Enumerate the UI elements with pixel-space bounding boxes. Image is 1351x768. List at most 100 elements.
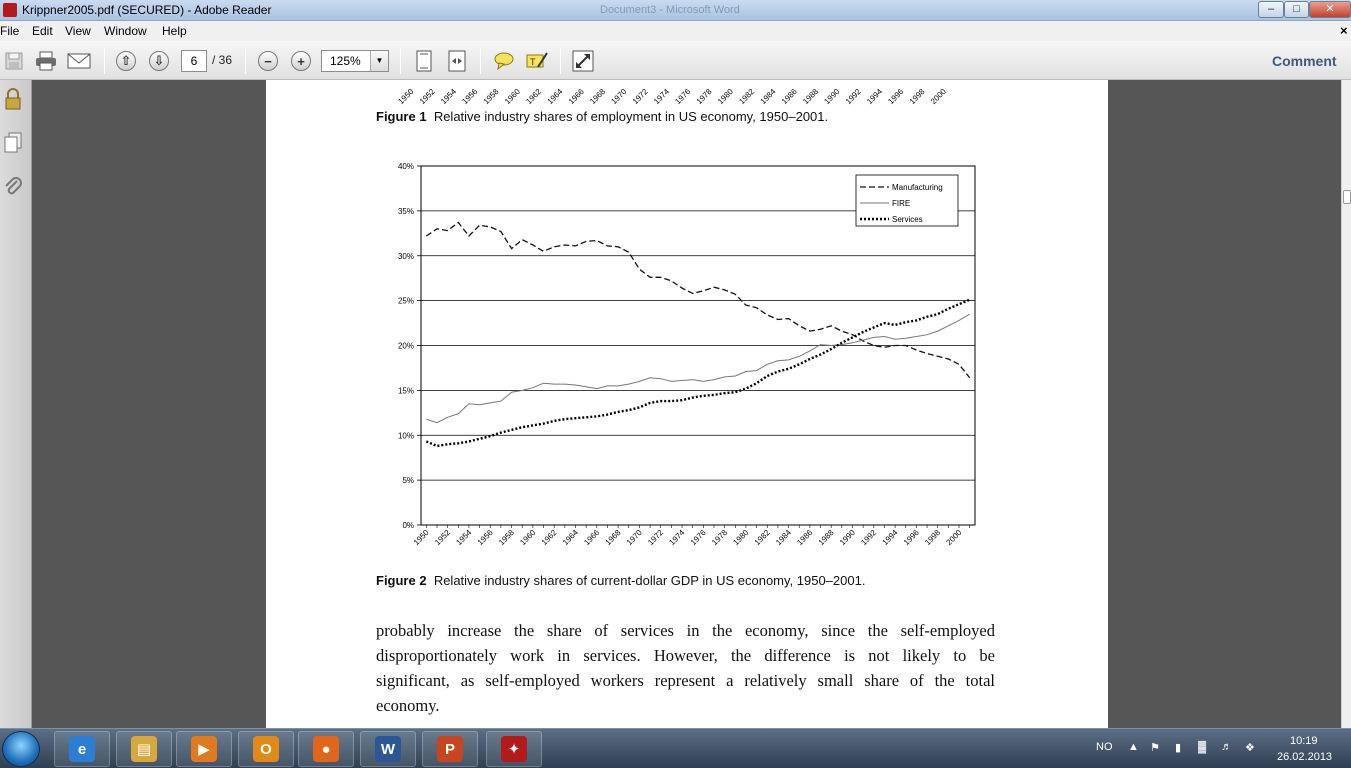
power-icon[interactable]: ▮ [1175,741,1181,754]
taskbar-media-player-button[interactable]: ▶ [176,731,232,767]
clock-date[interactable]: 26.02.2013 [1277,751,1332,763]
body-line: significant, as self-employed workers re… [376,671,995,690]
figure2-chart: 0%5%10%15%20%25%30%35%40%1950 1952 1954 195… [398,162,976,547]
fit-width-icon[interactable] [445,49,469,73]
highlight-icon[interactable]: T [525,49,549,73]
x-tick-label: 1990 [838,528,857,547]
body-line: disproportionately work in services. How… [376,646,995,665]
toolbar-separator [400,48,401,74]
taskbar-word-button[interactable]: W [360,731,416,767]
svg-text:T: T [530,57,536,67]
x-tick-label: 1966 [582,528,601,547]
body-line: economy. [376,696,440,715]
zoom-out-icon[interactable]: − [256,49,280,73]
page-number-input[interactable]: 6 [181,50,207,72]
x-tick-label: 1998 [923,528,942,547]
prev-page-icon[interactable]: ⇧ [114,49,138,73]
menu-edit[interactable]: Edit [32,24,53,38]
menu-bar: File Edit View Window Help × [0,21,1351,41]
figure1-x-tick-label: 1992 [844,87,863,106]
taskbar-outlook-button[interactable]: O [238,731,294,767]
media-player-icon: ▶ [191,736,217,762]
email-icon[interactable] [67,49,91,73]
figure1-axis-ticks: 1950 1952 1954 1956 1958 1960 1962 1964 1966 1968… [396,87,948,106]
x-tick-label: 1960 [518,528,537,547]
figure1-x-tick-label: 1984 [759,87,778,106]
flag-icon[interactable]: ⚑ [1150,741,1160,754]
figure1-x-tick-label: 1964 [546,87,565,106]
vertical-scrollbar[interactable] [1341,80,1351,728]
x-tick-label: 1986 [795,528,814,547]
attachment-icon[interactable] [3,175,23,197]
taskbar-powerpoint-button[interactable]: P [422,731,478,767]
file-explorer-icon: ▤ [131,736,157,762]
zoom-select[interactable]: 125% ▼ [321,50,389,72]
x-tick-label: 1976 [689,528,708,547]
window-title: Krippner2005.pdf (SECURED) - Adobe Reade… [22,3,272,17]
toolbar-separator [104,48,105,74]
toolbar-separator [560,48,561,74]
comment-bubble-icon[interactable] [492,49,516,73]
figure1-x-tick-label: 1950 [396,87,415,106]
figure1-x-tick-label: 1996 [886,87,905,106]
taskbar: e ▤ ▶ O ● W P ✦ NO ▲ ⚑ ▮ ▓ ♬ ❖ 10:19 26.02.2013 [0,728,1351,768]
comment-button[interactable]: Comment [1272,53,1337,69]
clock-time[interactable]: 10:19 [1290,735,1318,747]
y-tick-label: 15% [398,386,414,395]
pages-icon[interactable] [3,132,23,154]
body-paragraph: probably increase the share of services … [376,618,995,718]
show-hidden-icons-icon[interactable]: ▲ [1128,741,1139,753]
start-button[interactable] [2,731,40,767]
language-indicator[interactable]: NO [1096,741,1113,753]
x-tick-label: 1980 [731,528,750,547]
word-icon: W [375,736,401,762]
figure1-x-tick-label: 1962 [524,87,543,106]
lock-icon[interactable] [3,88,23,110]
chevron-down-icon[interactable]: ▼ [370,51,388,71]
figure1-x-tick-label: 1960 [503,87,522,106]
menu-window[interactable]: Window [104,24,147,38]
x-tick-label: 1968 [604,528,623,547]
x-tick-label: 1954 [454,528,473,547]
menu-view[interactable]: View [65,24,91,38]
expand-icon[interactable] [571,49,595,73]
figure1-x-tick-label: 1970 [609,87,628,106]
figure1-x-tick-label: 1990 [822,87,841,106]
next-page-icon[interactable]: ⇩ [147,49,171,73]
title-bar: Krippner2005.pdf (SECURED) - Adobe Reade… [0,0,1351,21]
x-tick-label: 1962 [540,528,559,547]
taskbar-file-explorer-button[interactable]: ▤ [116,731,172,767]
x-tick-label: 1988 [817,528,836,547]
taskbar-adobe-reader-button[interactable]: ✦ [486,731,542,767]
dropbox-icon[interactable]: ❖ [1245,741,1255,754]
y-tick-label: 25% [398,297,414,306]
y-tick-label: 35% [398,207,414,216]
zoom-in-icon[interactable]: + [289,49,313,73]
figure1-x-tick-label: 2000 [929,87,948,106]
figure2-caption-text: Relative industry shares of current-doll… [433,573,866,588]
figure1-x-tick-label: 1988 [801,87,820,106]
save-icon[interactable] [2,49,26,73]
powerpoint-icon: P [437,736,463,762]
y-tick-label: 30% [398,252,414,261]
x-tick-label: 1950 [412,528,431,547]
close-button[interactable]: ✕ [1309,1,1351,18]
close-document-button[interactable]: × [1340,23,1348,38]
y-tick-label: 10% [398,431,414,440]
fit-page-icon[interactable] [412,49,436,73]
volume-icon[interactable]: ♬ [1221,741,1232,753]
scroll-thumb[interactable] [1343,190,1351,204]
y-tick-label: 0% [402,521,414,530]
x-tick-label: 1964 [561,528,580,547]
figure2-caption-label: Figure 2 [376,573,427,588]
y-tick-label: 20% [398,342,414,351]
menu-file[interactable]: File [0,24,19,38]
minimize-button[interactable]: – [1258,1,1284,18]
print-icon[interactable] [34,49,58,73]
network-icon[interactable]: ▓ [1198,741,1206,753]
menu-help[interactable]: Help [162,24,187,38]
taskbar-firefox-button[interactable]: ● [298,731,354,767]
taskbar-internet-explorer-button[interactable]: e [54,731,110,767]
maximize-button[interactable]: □ [1284,1,1309,18]
figure1-x-tick-label: 1954 [439,87,458,106]
